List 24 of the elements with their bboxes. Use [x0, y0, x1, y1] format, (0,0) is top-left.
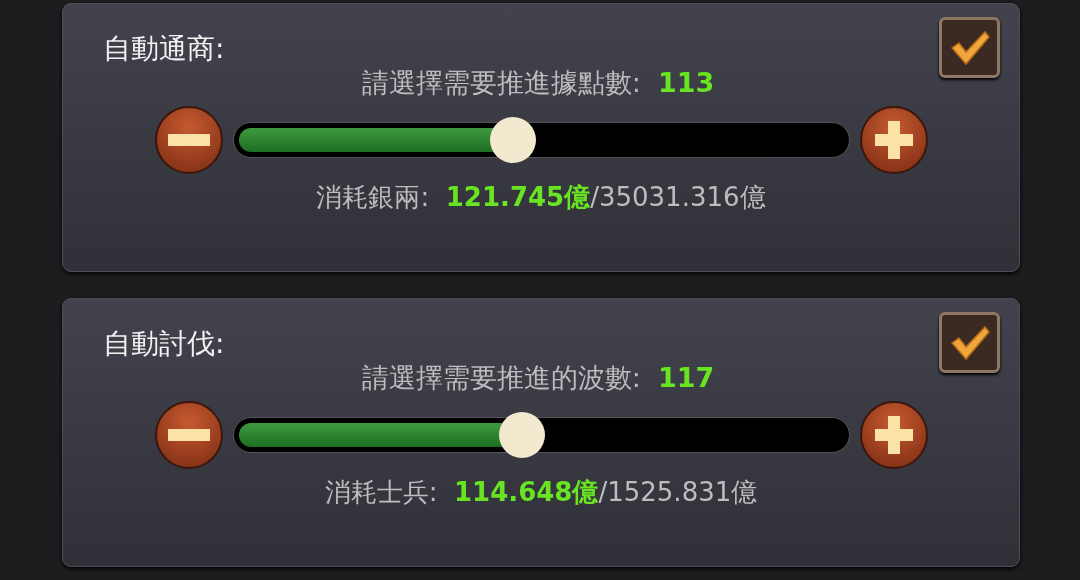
minus-icon: [167, 429, 210, 441]
slider-thumb[interactable]: [490, 117, 537, 163]
plus-icon: [874, 121, 913, 159]
slider-thumb[interactable]: [499, 412, 546, 458]
cost-total: /35031.316億: [590, 182, 766, 212]
cost-label: 消耗銀兩:: [316, 182, 430, 212]
checkmark-icon: [948, 324, 991, 361]
cost-total: /1525.831億: [598, 477, 758, 507]
prompt-label: 請選擇需要推進據點數:: [361, 67, 641, 98]
prompt-value: 113: [657, 67, 715, 98]
slider[interactable]: [232, 117, 850, 163]
checkmark-icon: [948, 29, 991, 66]
panel-title: 自動通商:: [103, 33, 225, 65]
checkbox[interactable]: [939, 17, 1000, 78]
checkbox[interactable]: [939, 312, 1000, 373]
cost-label: 消耗士兵:: [324, 477, 438, 507]
cost-value: 121.745億: [445, 182, 591, 212]
panel-title: 自動討伐:: [103, 328, 225, 360]
prompt-label: 請選擇需要推進的波數:: [361, 362, 641, 393]
cost-value: 114.648億: [454, 477, 599, 507]
plus-icon: [874, 416, 913, 454]
minus-icon: [167, 134, 210, 146]
slider[interactable]: [232, 412, 850, 458]
prompt-value: 117: [657, 362, 715, 393]
